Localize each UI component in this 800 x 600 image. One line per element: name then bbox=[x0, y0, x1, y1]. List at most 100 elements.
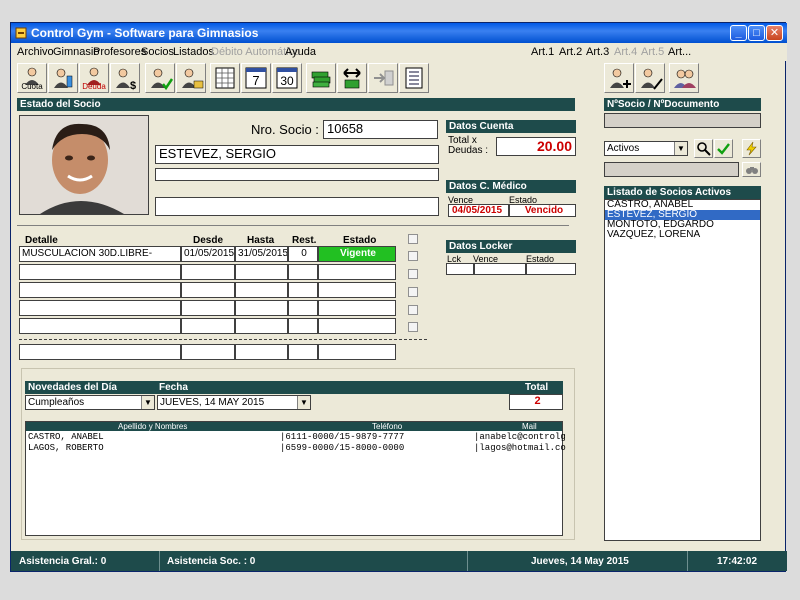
spreadsheet-icon bbox=[215, 67, 235, 89]
menu-ayuda[interactable]: Ayuda bbox=[285, 46, 316, 58]
menu-socios[interactable]: Socios bbox=[141, 46, 174, 58]
row4-detalle[interactable] bbox=[19, 300, 181, 316]
person-dollar-icon: $ bbox=[116, 68, 136, 92]
socio-list-item[interactable]: VAZQUEZ, LORENA bbox=[605, 230, 760, 240]
import-button[interactable] bbox=[368, 63, 398, 93]
row6-checkbox[interactable] bbox=[408, 322, 418, 332]
maximize-button[interactable]: □ bbox=[748, 25, 765, 41]
search-button[interactable] bbox=[694, 139, 713, 158]
menu-art2[interactable]: Art.2 bbox=[559, 46, 582, 58]
socio-drink-button[interactable] bbox=[48, 63, 78, 93]
validar-socio-button[interactable] bbox=[145, 63, 175, 93]
row4-hasta[interactable] bbox=[235, 300, 288, 316]
row6-detalle[interactable] bbox=[19, 344, 181, 360]
row6-desde[interactable] bbox=[181, 344, 235, 360]
row5-hasta[interactable] bbox=[235, 318, 288, 334]
row2-detalle[interactable] bbox=[19, 264, 181, 280]
cuota-button[interactable]: Cuota bbox=[17, 63, 47, 93]
row5-estado[interactable] bbox=[318, 318, 396, 334]
row1-checkbox[interactable] bbox=[408, 234, 418, 244]
col-mail: Mail bbox=[522, 422, 537, 431]
toolbar: Cuota Deuda $ 7 30 bbox=[11, 63, 787, 99]
list-item[interactable]: CASTRO, ANABEL |6111-0000/15-9879-7777 |… bbox=[28, 432, 566, 442]
deuda-button[interactable]: Deuda bbox=[79, 63, 109, 93]
add-socio-button[interactable] bbox=[604, 63, 634, 93]
locker-lck-field[interactable] bbox=[446, 263, 474, 275]
row2-rest[interactable] bbox=[288, 264, 318, 280]
menu-archivo[interactable]: Archivo bbox=[17, 46, 54, 58]
locker-estado-field[interactable] bbox=[526, 263, 576, 275]
row1-detalle[interactable]: MUSCULACION 30D.LIBRE- bbox=[19, 246, 181, 262]
row3-checkbox[interactable] bbox=[408, 269, 418, 279]
confirm-button[interactable] bbox=[714, 139, 733, 158]
row1-hasta[interactable]: 31/05/2015 bbox=[235, 246, 288, 262]
row6-hasta[interactable] bbox=[235, 344, 288, 360]
report-button[interactable] bbox=[399, 63, 429, 93]
row5-detalle[interactable] bbox=[19, 318, 181, 334]
socio-edit-button[interactable] bbox=[176, 63, 206, 93]
row5-desde[interactable] bbox=[181, 318, 235, 334]
transfer-button[interactable] bbox=[337, 63, 367, 93]
row1-rest[interactable]: 0 bbox=[288, 246, 318, 262]
menu-art4[interactable]: Art.4 bbox=[614, 46, 637, 58]
fecha-label: Fecha bbox=[159, 382, 188, 393]
chevron-down-icon[interactable]: ▼ bbox=[141, 396, 154, 409]
menu-art-more[interactable]: Art... bbox=[668, 46, 691, 58]
menu-art3[interactable]: Art.3 bbox=[586, 46, 609, 58]
pago-button[interactable]: $ bbox=[110, 63, 140, 93]
edit-socio-button[interactable] bbox=[635, 63, 665, 93]
socio-extra-field[interactable] bbox=[155, 168, 439, 181]
socios-list[interactable]: CASTRO, ANABEL ESTEVEZ, SERGIO MONTOTO, … bbox=[604, 199, 761, 541]
binoculars-button[interactable] bbox=[742, 162, 761, 177]
menu-profesores[interactable]: Profesores bbox=[93, 46, 146, 58]
group-socios-button[interactable] bbox=[669, 63, 699, 93]
minimize-button[interactable]: _ bbox=[730, 25, 747, 41]
row3-desde[interactable] bbox=[181, 282, 235, 298]
nro-socio-field[interactable]: 10658 bbox=[323, 120, 438, 139]
money-stack-icon bbox=[311, 71, 331, 88]
novedades-header: Novedades del Día Fecha Total bbox=[25, 381, 563, 394]
row3-estado[interactable] bbox=[318, 282, 396, 298]
menu-listados[interactable]: Listados bbox=[173, 46, 214, 58]
row2-desde[interactable] bbox=[181, 264, 235, 280]
novedades-type-select[interactable]: Cumpleaños ▼ bbox=[25, 395, 155, 410]
chevron-down-icon[interactable]: ▼ bbox=[674, 142, 687, 155]
close-button[interactable]: ✕ bbox=[766, 25, 783, 41]
row5-checkbox[interactable] bbox=[408, 305, 418, 315]
row3-detalle[interactable] bbox=[19, 282, 181, 298]
menu-art1[interactable]: Art.1 bbox=[531, 46, 554, 58]
chevron-down-icon[interactable]: ▼ bbox=[297, 396, 310, 409]
socio-search-input[interactable] bbox=[604, 113, 761, 128]
row4-desde[interactable] bbox=[181, 300, 235, 316]
row1-desde[interactable]: 01/05/2015 bbox=[181, 246, 235, 262]
flash-button[interactable] bbox=[742, 139, 761, 158]
status-bar: Asistencia Gral.: 0 Asistencia Soc. : 0 … bbox=[11, 551, 787, 571]
calendar-day-button[interactable]: 7 bbox=[241, 63, 271, 93]
row5-rest[interactable] bbox=[288, 318, 318, 334]
novedades-list[interactable]: Apellido y Nombres Teléfono Mail CASTRO,… bbox=[25, 421, 566, 536]
row3-rest[interactable] bbox=[288, 282, 318, 298]
socio-filter-select[interactable]: Activos ▼ bbox=[604, 141, 688, 156]
row4-checkbox[interactable] bbox=[408, 287, 418, 297]
list-item[interactable]: LAGOS, ROBERTO |6599-0000/15-8000-0000 |… bbox=[28, 443, 566, 453]
calendar-month-button[interactable]: 30 bbox=[272, 63, 302, 93]
status-separator bbox=[467, 551, 468, 571]
row6-estado[interactable] bbox=[318, 344, 396, 360]
row6-rest[interactable] bbox=[288, 344, 318, 360]
locker-vence-field[interactable] bbox=[474, 263, 526, 275]
planilla-button[interactable] bbox=[210, 63, 240, 93]
socio-name-field[interactable]: ESTEVEZ, SERGIO bbox=[155, 145, 439, 164]
row4-rest[interactable] bbox=[288, 300, 318, 316]
row3-hasta[interactable] bbox=[235, 282, 288, 298]
window-title: Control Gym - Software para Gimnasios bbox=[31, 26, 259, 40]
money-button[interactable] bbox=[306, 63, 336, 93]
socio-quick-input[interactable] bbox=[604, 162, 739, 177]
row4-estado[interactable] bbox=[318, 300, 396, 316]
fecha-select[interactable]: JUEVES, 14 MAY 2015 ▼ bbox=[157, 395, 311, 410]
row2-estado[interactable] bbox=[318, 264, 396, 280]
menu-art5[interactable]: Art.5 bbox=[641, 46, 664, 58]
socio-notes-field[interactable] bbox=[155, 197, 439, 216]
row1-estado[interactable]: Vigente bbox=[318, 246, 396, 262]
row2-hasta[interactable] bbox=[235, 264, 288, 280]
row2-checkbox[interactable] bbox=[408, 251, 418, 261]
